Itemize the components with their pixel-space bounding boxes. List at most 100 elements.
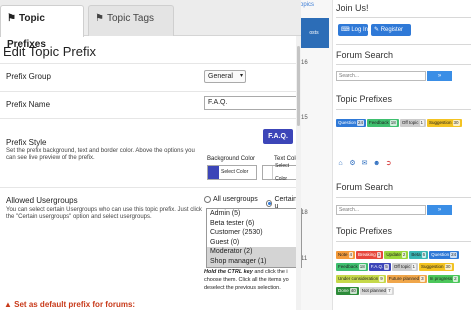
topic-prefixes-title-2: Topic Prefixes [336,226,393,236]
tab-topic-prefixes[interactable]: ⚑ Topic Prefixes [0,5,84,50]
prefix-tag-count: 2 [453,276,458,282]
prefix-name-input[interactable]: F.A.Q. [204,96,301,110]
prefix-tag[interactable]: Question 24 [429,251,460,259]
divider [0,118,301,119]
text-color-swatch [263,166,274,179]
prefix-tag[interactable]: Feedback 18 [336,263,368,271]
tag-icon: ⚑ [95,13,104,24]
home-icon[interactable]: ⌂ [337,160,344,167]
search-button[interactable]: » [427,71,452,81]
login-icon: ⌨ [341,27,352,33]
bg-color-button[interactable]: Select Color [207,165,257,180]
prefix-tag-count: 9 [379,276,384,282]
prefix-tag[interactable]: In progress 2 [427,275,460,283]
divider [336,44,471,45]
prefix-tag[interactable]: Off topic 1 [391,263,419,271]
usergroups-multiselect[interactable]: Admin (5) Beta tester (6) Customer (2530) G… [206,208,302,268]
prefix-tag[interactable]: Update 2 [384,251,409,259]
login-button[interactable]: ⌨ Log In [338,24,368,36]
prefix-tag-label: In progress [429,276,453,281]
prefix-preview: F.A.Q. [263,129,293,144]
prefix-tag-label: Update [386,252,401,257]
prefix-tag-label: Note [338,252,348,257]
usergroup-option[interactable]: Guest (0) [207,238,301,248]
divider [336,197,471,198]
search-input-2[interactable]: Search... [336,205,426,215]
prefix-tag-label: Feedback [369,120,389,125]
prefix-tag-count: 3 [420,276,425,282]
prefix-tag[interactable]: Done 40 [336,287,359,295]
prefix-group-select[interactable]: General ▾ [204,70,246,83]
search-input[interactable]: Search... [336,71,426,81]
ctrl-hint: Hold the CTRL key and click the i choose… [204,269,289,291]
prefix-tag[interactable]: Future planned 3 [386,275,427,283]
prefix-tag-list-2: Note 4 Breaking 1 Update 2 Beta 6 Question 24Feed… [336,249,472,297]
topics-link[interactable]: opics [300,2,314,8]
page-title: Edit Topic Prefix [3,44,96,59]
fire-icon: ▲ [4,300,15,309]
prefix-name-label: Prefix Name [6,100,51,109]
edit-prefix-panel: ⚑ Topic Prefixes ⚑ Topic Tags Edit Topic P… [0,0,302,310]
join-title: Join Us! [336,3,369,13]
prefix-tag-count: 30 [444,264,452,270]
forum-search-title: Forum Search [336,50,394,60]
prefix-tag-label: Suggestion [429,120,452,125]
prefix-group-label: Prefix Group [6,72,51,81]
chat-icon[interactable]: ✉ [361,160,368,167]
chevron-down-icon: ▾ [239,73,243,79]
topic-prefixes-title: Topic Prefixes [336,94,393,104]
user-icon-row: ⌂ ⚙ ✉ ☻ ➲ [337,160,392,167]
usergroup-option[interactable]: Shop manager (1) [207,256,301,267]
prefix-style-hint: Set the prefix background, text and bord… [6,148,195,161]
prefix-tag-count: 24 [357,120,365,126]
bg-color-label: Background Color [207,156,256,162]
allowed-usergroups-label: Allowed Usergroups [6,196,78,205]
divider [336,241,471,242]
prefix-tag[interactable]: Question 24 [336,119,367,127]
logout-icon[interactable]: ➲ [385,160,392,167]
prefix-tag[interactable]: Breaking 1 [356,251,384,259]
usergroup-option[interactable]: Admin (5) [207,209,301,219]
forum-header-block: osts [299,18,329,48]
usergroup-option[interactable]: Moderator (2) [207,247,301,257]
scrollbar-thumb[interactable] [297,46,300,126]
register-button[interactable]: ✎ Register [371,24,411,36]
posts-label: osts [309,30,319,36]
prefix-tag-count: 1 [419,120,425,126]
tab-bar: ⚑ Topic Prefixes ⚑ Topic Tags [0,0,301,50]
prefix-tag[interactable]: Not planned 7 [359,287,394,295]
prefix-tag[interactable]: Feedback 18 [367,119,399,127]
usergroup-option[interactable]: Customer (2530) [207,228,301,238]
search-button-2[interactable]: » [427,205,452,215]
profile-icon[interactable]: ☻ [373,160,380,167]
prefix-tag[interactable]: Beta 6 [409,251,429,259]
prefix-tag-count: 18 [358,264,366,270]
usergroup-option[interactable]: Beta tester (6) [207,219,301,229]
bg-number: 16 [301,60,308,66]
prefix-tag[interactable]: Suggestion 30 [419,263,454,271]
prefix-tag[interactable]: Note 4 [336,251,356,259]
prefix-tag-count: 6 [421,252,427,258]
prefix-tag[interactable]: Off topic 1 [399,119,427,127]
prefix-tag[interactable]: F.A.Q. 5 [368,263,391,271]
allowed-usergroups-hint: You can select certain Usergroups who ca… [6,207,202,220]
gear-icon[interactable]: ⚙ [349,160,356,167]
prefix-tag-count: 1 [376,252,382,258]
prefix-tag[interactable]: Under consideration 9 [336,275,386,283]
prefix-tag-label: Beta [411,252,421,257]
sidebar: Join Us! ⌨ Log In ✎ Register Forum Searc… [332,0,474,310]
prefix-tag-label: Off topic [393,264,411,269]
prefix-tag-count: 7 [387,288,392,294]
prefix-tag-count: 18 [389,120,397,126]
prefix-tag-label: Under consideration [338,276,379,281]
prefix-tag[interactable]: Suggestion 30 [427,119,462,127]
prefix-tag-label: Suggestion [421,264,444,269]
bg-color-swatch [208,166,219,179]
prefix-tag-count: 40 [349,288,357,294]
all-usergroups-radio[interactable]: All usergroups [204,196,258,203]
tab-topic-tags[interactable]: ⚑ Topic Tags [88,5,174,36]
bg-number: 18 [301,210,308,216]
prefix-tag-label: Question [338,120,357,125]
divider [0,91,301,92]
panel-scrollbar[interactable] [296,36,301,310]
